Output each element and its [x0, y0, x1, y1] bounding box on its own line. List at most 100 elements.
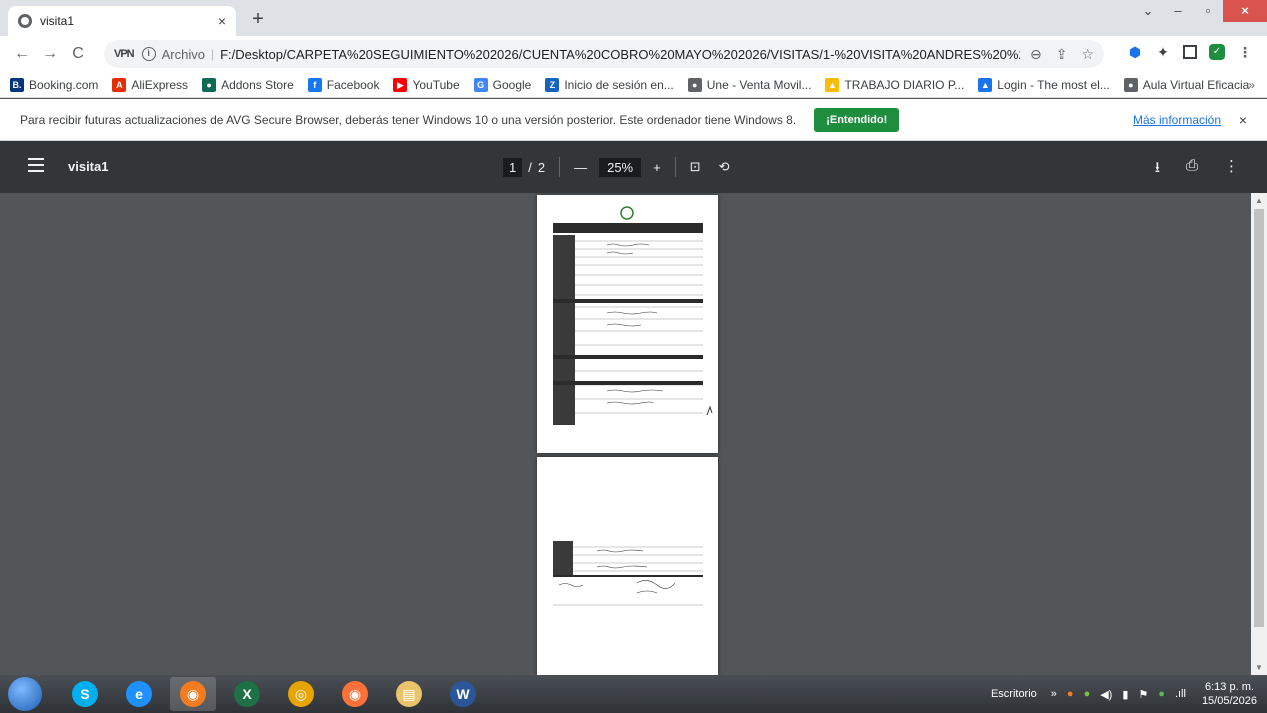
scanned-form-page-2	[553, 541, 703, 606]
volume-icon[interactable]: ◀)	[1100, 688, 1112, 701]
clock-date: 15/05/2026	[1201, 695, 1257, 707]
bookmarks-bar: B. Booking.com A AliExpress ● Addons Store f Fa…	[0, 72, 1267, 98]
tray-expand-icon[interactable]: »	[1051, 688, 1057, 700]
avg-tray-icon[interactable]: ●	[1067, 688, 1074, 701]
bookmark-label: Booking.com	[29, 77, 99, 92]
network-tray-icon[interactable]: ●	[1084, 688, 1091, 701]
avg-browser-icon: ◉	[180, 681, 206, 707]
security-check-icon[interactable]: ✓	[1209, 44, 1225, 60]
current-page-input[interactable]: 1	[503, 157, 523, 177]
bookmark-label: TRABAJO DIARIO P...	[844, 77, 965, 92]
bookmark-favicon-icon: ▲	[978, 77, 993, 92]
extensions-puzzle-icon[interactable]: ✦	[1155, 44, 1171, 60]
bookmark-favicon-icon: Z	[545, 77, 560, 92]
taskbar-excel-button[interactable]: X	[224, 677, 270, 711]
browser-tab-visita1[interactable]: visita1 ×	[8, 6, 236, 36]
vpn-icon[interactable]: VPN	[114, 48, 135, 60]
chrome-icon: ◎	[288, 681, 314, 707]
taskbar-internet-explorer-button[interactable]: e	[116, 677, 162, 711]
desktop-toolbar-label[interactable]: Escritorio	[991, 688, 1037, 700]
bookmark-label: Une - Venta Movil...	[706, 77, 812, 92]
back-arrow-icon[interactable]: ←	[8, 45, 36, 63]
zoom-icon[interactable]: ⊖	[1030, 46, 1042, 63]
vertical-scrollbar[interactable]: ▲ ▼	[1251, 193, 1267, 675]
tray-icons: ● ● ◀) ▮ ⚑ ● .ıll	[1067, 688, 1186, 701]
scrollbar-thumb[interactable]	[1254, 209, 1264, 627]
print-icon[interactable]: ⎙	[1186, 157, 1198, 182]
url-text[interactable]: F:/Desktop/CARPETA%20SEGUIMIENTO%202026/…	[220, 47, 1020, 62]
info-icon[interactable]: i	[141, 47, 156, 61]
bookmark-item[interactable]: ● Une - Venta Movil...	[687, 77, 812, 92]
share-icon[interactable]: ⇪	[1056, 46, 1068, 63]
bookmark-favicon-icon: B.	[10, 77, 24, 92]
bookmark-label: YouTube	[412, 77, 460, 92]
bookmark-favicon-icon: ●	[202, 77, 217, 92]
bookmark-item[interactable]: ▲ TRABAJO DIARIO P...	[825, 77, 965, 92]
reload-icon[interactable]: C	[64, 45, 92, 63]
clock-time: 6:13 p. m.	[1205, 681, 1254, 693]
download-icon[interactable]: ⭳	[1155, 157, 1160, 182]
side-panel-icon[interactable]	[1183, 45, 1197, 59]
bookmark-label: Aula Virtual Eficacia	[1142, 77, 1250, 92]
bookmark-item[interactable]: ● Addons Store	[202, 77, 294, 92]
minimize-button[interactable]: –	[1163, 0, 1193, 22]
action-center-flag-icon[interactable]: ⚑	[1138, 688, 1148, 701]
infobar-close-button[interactable]: ×	[1239, 112, 1247, 128]
hamburger-menu-icon[interactable]	[28, 158, 44, 172]
bookmarks-overflow-button[interactable]: »	[1248, 78, 1255, 92]
rotate-icon[interactable]: ⟲	[719, 159, 730, 175]
shield-extension-icon[interactable]: ⬢	[1127, 44, 1143, 60]
taskbar-firefox-button[interactable]: ◉	[332, 677, 378, 711]
battery-icon[interactable]: ▮	[1122, 688, 1128, 701]
bookmark-star-icon[interactable]: ☆	[1081, 46, 1094, 63]
new-tab-button[interactable]: +	[246, 8, 270, 31]
pdf-page-controls: 1 / 2 — 25% + ⊡ ⟲	[503, 157, 730, 177]
taskbar-skype-button[interactable]: S	[62, 677, 108, 711]
taskbar-file-explorer-button[interactable]: ▤	[386, 677, 432, 711]
pdf-page-1[interactable]	[537, 195, 718, 453]
word-icon: W	[450, 681, 476, 707]
more-info-link[interactable]: Más información	[1133, 113, 1221, 127]
tab-search-button[interactable]: ⌄	[1133, 0, 1163, 22]
bookmark-item[interactable]: ▶ YouTube	[393, 77, 460, 92]
bookmark-favicon-icon: f	[307, 77, 322, 92]
system-tray: Escritorio » ● ● ◀) ▮ ⚑ ● .ıll 6:13 p. m…	[991, 675, 1257, 713]
pdf-viewer[interactable]: ▲ ▼	[0, 193, 1267, 675]
clock[interactable]: 6:13 p. m. 15/05/2026	[1202, 680, 1257, 708]
forward-arrow-icon[interactable]: →	[36, 45, 64, 63]
bookmark-item[interactable]: B. Booking.com	[10, 77, 99, 92]
pdf-more-icon[interactable]: ⋮	[1224, 157, 1239, 182]
bookmark-item[interactable]: G Google	[473, 77, 531, 92]
signal-icon[interactable]: .ıll	[1175, 688, 1186, 701]
browser-menu-icon[interactable]: ⋮	[1237, 44, 1253, 60]
taskbar-avg-browser-button[interactable]: ◉	[170, 677, 216, 711]
taskbar-word-button[interactable]: W	[440, 677, 486, 711]
bookmark-item[interactable]: ▲ Login - The most el...	[978, 77, 1110, 92]
address-bar-actions: ⊖ ⇪ ☆	[1030, 46, 1094, 63]
url-scheme-label: Archivo	[161, 46, 205, 62]
antivirus-tray-icon[interactable]: ●	[1158, 688, 1165, 701]
zoom-level-input[interactable]: 25%	[599, 157, 642, 177]
bookmark-favicon-icon: G	[473, 77, 488, 92]
fit-to-page-icon[interactable]: ⊡	[690, 159, 701, 175]
zoom-out-button[interactable]: —	[574, 160, 587, 175]
total-pages: 2	[537, 159, 546, 175]
understood-button[interactable]: ¡Entendido!	[814, 107, 900, 132]
scroll-down-icon[interactable]: ▼	[1255, 663, 1263, 672]
bookmark-item[interactable]: A AliExpress	[112, 77, 188, 92]
start-button[interactable]	[8, 677, 42, 711]
tab-close-button[interactable]: ×	[218, 13, 226, 29]
file-explorer-icon: ▤	[396, 681, 422, 707]
bookmark-item[interactable]: Z Inicio de sesión en...	[545, 77, 674, 92]
taskbar-chrome-button[interactable]: ◎	[278, 677, 324, 711]
close-window-button[interactable]: ×	[1223, 0, 1267, 22]
zoom-in-button[interactable]: +	[653, 160, 661, 175]
bookmark-favicon-icon: ●	[1123, 77, 1138, 92]
scroll-up-icon[interactable]: ▲	[1255, 196, 1263, 205]
maximize-button[interactable]: ▫	[1193, 0, 1223, 22]
bookmark-item[interactable]: ● Aula Virtual Eficacia	[1123, 77, 1250, 92]
bookmark-item[interactable]: f Facebook	[307, 77, 379, 92]
pdf-page-2[interactable]	[537, 457, 718, 675]
toolbar-divider	[674, 157, 676, 177]
address-bar[interactable]: VPN i Archivo | F:/Desktop/CARPETA%20SEG…	[104, 40, 1104, 68]
